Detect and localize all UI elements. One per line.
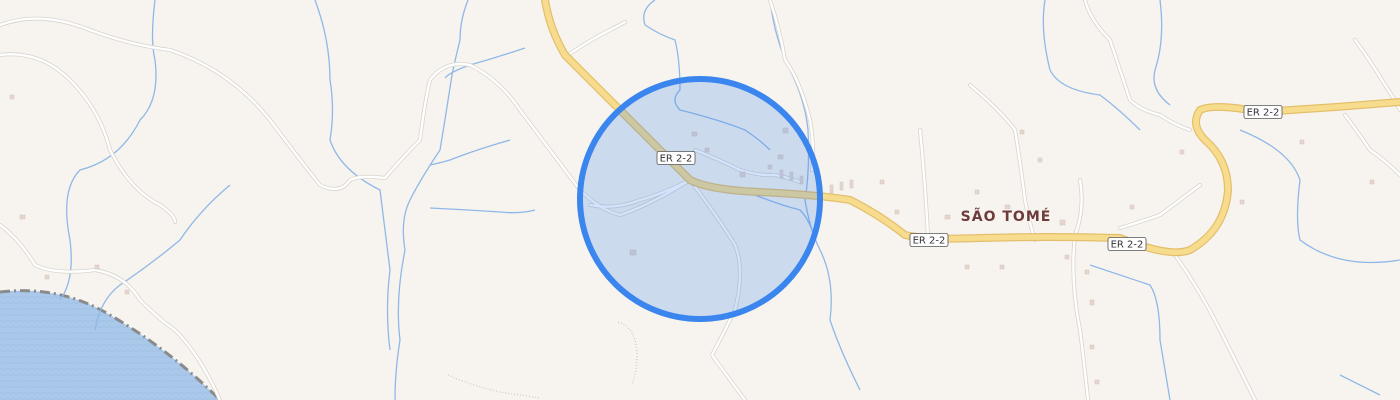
road-shield-label: ER 2-2 [1247,108,1280,119]
selection-radius-circle[interactable] [577,76,823,322]
road-shield-3: ER 2-2 [1107,237,1147,251]
place-label-sao-tome: SÃO TOMÉ [961,208,1052,225]
road-shield-1: ER 2-2 [656,151,696,165]
map-canvas[interactable]: ER 2-2 ER 2-2 ER 2-2 ER 2-2 SÃO TOMÉ [0,0,1400,400]
road-shield-2: ER 2-2 [909,233,949,247]
road-shield-label: ER 2-2 [1111,240,1144,251]
road-shield-label: ER 2-2 [660,154,693,165]
map-svg: ER 2-2 ER 2-2 ER 2-2 ER 2-2 SÃO TOMÉ [0,0,1400,400]
road-shield-label: ER 2-2 [913,236,946,247]
road-shield-4: ER 2-2 [1243,105,1283,119]
